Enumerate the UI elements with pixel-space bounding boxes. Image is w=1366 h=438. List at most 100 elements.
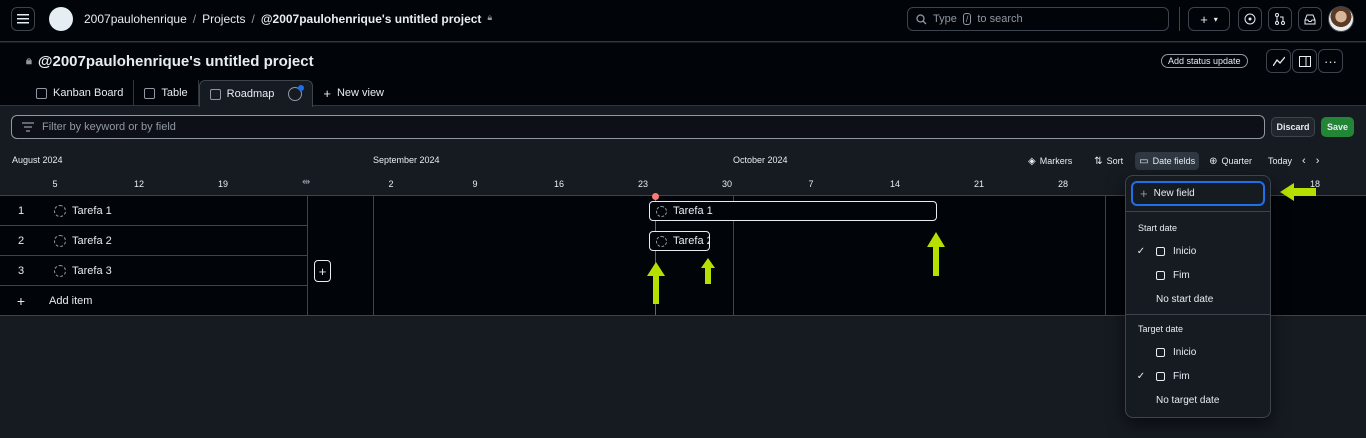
add-item-row[interactable]: + Add item: [0, 286, 307, 316]
discard-button[interactable]: Discard: [1271, 117, 1315, 137]
inbox-icon: [1304, 14, 1316, 24]
no-start-date-option[interactable]: No start date: [1126, 287, 1270, 311]
check-icon: ✓: [1136, 370, 1146, 382]
resize-handle-icon[interactable]: ⇹: [302, 177, 310, 188]
kebab-horizontal-icon: ···: [1324, 53, 1337, 69]
insights-button[interactable]: [1266, 49, 1291, 73]
item-title[interactable]: Tarefa 2: [72, 235, 112, 247]
today-label: Today: [1268, 156, 1293, 166]
roadmap-bar[interactable]: Tarefa 1: [649, 201, 937, 221]
plus-icon: +: [323, 85, 331, 101]
day-label: 28: [1057, 179, 1069, 189]
tab-label: Kanban Board: [53, 87, 124, 99]
avatar[interactable]: [1328, 6, 1354, 32]
github-logo[interactable]: [49, 7, 73, 31]
menu-divider: [1126, 314, 1270, 315]
day-label: 30: [721, 179, 733, 189]
roadmap-bar[interactable]: Tarefa 2: [649, 231, 710, 251]
hamburger-menu-button[interactable]: [11, 7, 35, 31]
item-title[interactable]: Tarefa 3: [72, 265, 112, 277]
view-tabs: Kanban Board Table Roadmap + New view: [26, 80, 394, 107]
today-button[interactable]: Today: [1264, 152, 1296, 170]
breadcrumb-projects[interactable]: Projects: [202, 12, 245, 26]
date-fields-label: Date fields: [1152, 156, 1196, 166]
inbox-button[interactable]: [1298, 7, 1322, 31]
annotation-arrow: [1280, 183, 1316, 201]
start-option-inicio[interactable]: ✓ Inicio: [1126, 239, 1270, 263]
month-label: August 2024: [12, 155, 63, 165]
sort-label: Sort: [1106, 156, 1124, 166]
breadcrumb-project[interactable]: @2007paulohenrique's untitled project: [261, 12, 482, 26]
markers-button[interactable]: ◈ Markers: [1024, 152, 1076, 170]
month-divider: [373, 196, 374, 315]
roadmap-controls: ◈ Markers ⇅ Sort ▭ Date fields ⊕ Quarter…: [1024, 152, 1323, 170]
row-number: 1: [17, 204, 25, 217]
new-view-button[interactable]: + New view: [313, 80, 394, 106]
calendar-icon: ▭: [1139, 155, 1149, 167]
tab-roadmap[interactable]: Roadmap: [198, 80, 314, 107]
item-column-divider[interactable]: [307, 195, 308, 316]
next-button[interactable]: ›: [1312, 152, 1324, 170]
add-date-button[interactable]: +: [314, 260, 331, 282]
top-navigation-bar: 2007paulohenrique / Projects / @2007paul…: [0, 0, 1366, 42]
draft-issue-icon: [656, 205, 667, 217]
sort-button[interactable]: ⇅ Sort: [1090, 152, 1127, 170]
save-button[interactable]: Save: [1321, 117, 1354, 137]
table-row[interactable]: 2 Tarefa 2: [0, 226, 307, 256]
day-label: 16: [553, 179, 565, 189]
plus-icon: +: [318, 263, 327, 279]
table-row[interactable]: 1 Tarefa 1: [0, 196, 307, 226]
tab-table[interactable]: Table: [134, 80, 199, 106]
add-status-update-button[interactable]: Add status update: [1161, 54, 1248, 68]
tab-label: New view: [336, 87, 385, 99]
more-options-button[interactable]: ···: [1318, 49, 1343, 73]
pull-requests-button[interactable]: [1268, 7, 1292, 31]
chevron-left-icon: ‹: [1302, 155, 1306, 167]
menu-divider: [1126, 211, 1270, 212]
side-panel-button[interactable]: [1292, 49, 1317, 73]
issue-icon: [1244, 13, 1256, 25]
option-label: Fim: [1173, 370, 1190, 382]
tab-kanban-board[interactable]: Kanban Board: [26, 80, 135, 106]
chevron-right-icon: ›: [1315, 155, 1320, 167]
plus-icon: +: [16, 293, 26, 309]
issues-button[interactable]: [1238, 7, 1262, 31]
search-suffix: to search: [977, 13, 1023, 25]
view-options-icon[interactable]: [288, 85, 305, 101]
calendar-icon: [1156, 347, 1165, 357]
filter-input[interactable]: Filter by keyword or by field: [11, 115, 1265, 139]
draft-issue-icon: [54, 234, 66, 247]
table-row[interactable]: 3 Tarefa 3: [0, 256, 307, 286]
plus-icon: +: [1140, 186, 1148, 201]
day-label: 9: [472, 179, 478, 189]
annotation-arrow: [927, 232, 945, 276]
target-option-inicio[interactable]: Inicio: [1126, 340, 1270, 364]
calendar-icon: [1156, 246, 1165, 256]
plus-icon: +: [1200, 11, 1208, 27]
no-target-date-option[interactable]: No target date: [1126, 388, 1270, 412]
row-number: 2: [17, 234, 25, 247]
row-number: 3: [17, 264, 25, 277]
create-new-button[interactable]: + ▾: [1188, 7, 1230, 31]
breadcrumb-user[interactable]: 2007paulohenrique: [84, 12, 187, 26]
start-option-fim[interactable]: Fim: [1126, 263, 1270, 287]
calendar-icon: [1156, 270, 1165, 280]
day-label: 19: [217, 179, 229, 189]
target-option-fim[interactable]: ✓ Fim: [1126, 364, 1270, 388]
previous-button[interactable]: ‹: [1298, 152, 1310, 170]
item-title[interactable]: Tarefa 1: [72, 205, 112, 217]
option-label: Fim: [1173, 269, 1190, 281]
zoom-button[interactable]: ⊕ Quarter: [1205, 152, 1256, 170]
option-label: No start date: [1156, 293, 1214, 305]
date-fields-button[interactable]: ▭ Date fields: [1135, 152, 1200, 170]
add-item-label: Add item: [49, 295, 93, 307]
breadcrumb: 2007paulohenrique / Projects / @2007paul…: [84, 12, 493, 26]
unsaved-dot: [298, 85, 305, 91]
bar-title: Tarefa 1: [673, 205, 713, 217]
project-title: @2007paulohenrique's untitled project: [37, 53, 314, 70]
month-label: September 2024: [373, 155, 440, 165]
markers-label: Markers: [1039, 156, 1073, 166]
search-input[interactable]: Type / to search: [907, 7, 1169, 31]
filter-icon: [22, 122, 34, 132]
new-field-button[interactable]: + New field: [1131, 181, 1265, 206]
